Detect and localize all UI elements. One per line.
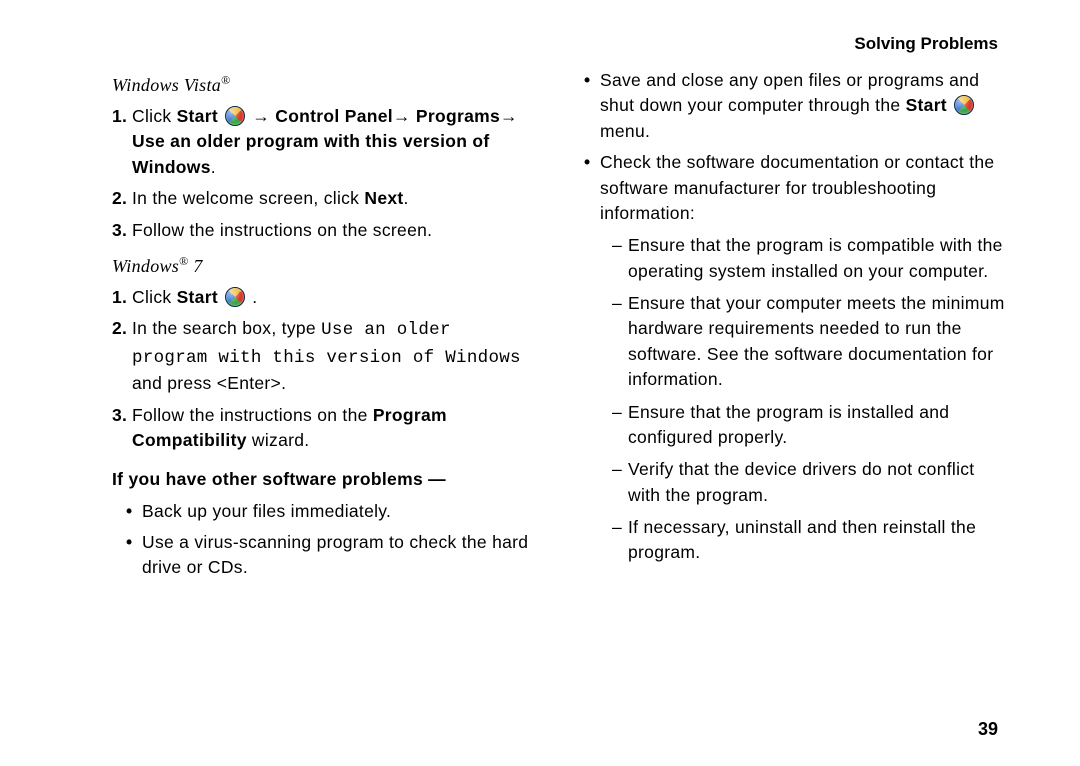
step-number: 2.: [112, 186, 132, 211]
list-item: Use a virus-scanning program to check th…: [126, 530, 536, 581]
text-bold: Next: [364, 188, 403, 208]
text: In the welcome screen, click: [132, 188, 364, 208]
heading-windows-7: Windows® 7: [112, 253, 536, 279]
list-item: Ensure that the program is compatible wi…: [612, 233, 1008, 284]
heading-windows-vista: Windows Vista®: [112, 72, 536, 98]
text: Check the software documentation or cont…: [600, 150, 1008, 226]
left-bullet-list: Back up your files immediately. Use a vi…: [112, 499, 536, 581]
page-number: 39: [978, 719, 998, 740]
page-header: Solving Problems: [112, 34, 1008, 54]
registered-mark: ®: [179, 254, 188, 268]
step-text: In the search box, type Use an older pro…: [132, 316, 536, 396]
vista-steps-list: 1. Click Start → Control Panel→ Programs…: [112, 104, 536, 243]
step-text: In the welcome screen, click Next.: [132, 186, 536, 211]
step-number: 3.: [112, 218, 132, 243]
list-item: 2. In the welcome screen, click Next.: [112, 186, 536, 211]
windows-start-icon: [225, 106, 245, 126]
text: Use a virus-scanning program to check th…: [142, 530, 536, 581]
text: Ensure that your computer meets the mini…: [628, 291, 1008, 393]
text: Ensure that the program is compatible wi…: [628, 233, 1008, 284]
text: .: [404, 188, 409, 208]
heading-vista-text: Windows Vista: [112, 75, 221, 95]
windows-start-icon: [225, 287, 245, 307]
text-bold: Start: [177, 287, 224, 307]
step-text: Click Start .: [132, 285, 536, 310]
list-item: Ensure that your computer meets the mini…: [612, 291, 1008, 393]
list-item: 3. Follow the instructions on the Progra…: [112, 403, 536, 454]
heading-win7-suffix: 7: [189, 256, 203, 276]
content-columns: Windows Vista® 1. Click Start → Control …: [112, 62, 1008, 587]
text: wizard.: [247, 430, 310, 450]
list-item: Ensure that the program is installed and…: [612, 400, 1008, 451]
step-number: 2.: [112, 316, 132, 396]
list-item: 3. Follow the instructions on the screen…: [112, 218, 536, 243]
registered-mark: ®: [221, 73, 230, 87]
step-number: 3.: [112, 403, 132, 454]
text: Click: [132, 106, 177, 126]
text: Verify that the device drivers do not co…: [628, 457, 1008, 508]
text: .: [247, 287, 257, 307]
subheading-other-problems: If you have other software problems —: [112, 467, 536, 492]
text: If necessary, uninstall and then reinsta…: [628, 515, 1008, 566]
text: →: [393, 106, 416, 126]
text: menu.: [600, 121, 650, 141]
text-bold: Start: [177, 106, 224, 126]
text: In the search box, type: [132, 318, 321, 338]
text: Follow the instructions on the: [132, 405, 373, 425]
right-column: Save and close any open files or program…: [584, 62, 1008, 587]
right-dash-list: Ensure that the program is compatible wi…: [584, 233, 1008, 566]
list-item: Check the software documentation or cont…: [584, 150, 1008, 226]
heading-win7-text: Windows: [112, 256, 179, 276]
text: and press <Enter>.: [132, 373, 286, 393]
text-bold: →: [247, 106, 275, 126]
text: Back up your files immediately.: [142, 499, 536, 524]
list-item: Save and close any open files or program…: [584, 68, 1008, 144]
step-number: 1.: [112, 285, 132, 310]
step-number: 1.: [112, 104, 132, 180]
list-item: Verify that the device drivers do not co…: [612, 457, 1008, 508]
right-bullet-list: Save and close any open files or program…: [584, 68, 1008, 226]
list-item: If necessary, uninstall and then reinsta…: [612, 515, 1008, 566]
win7-steps-list: 1. Click Start . 2. In the search box, t…: [112, 285, 536, 453]
list-item: 1. Click Start .: [112, 285, 536, 310]
text: →: [500, 106, 518, 126]
text: Ensure that the program is installed and…: [628, 400, 1008, 451]
step-text: Follow the instructions on the Program C…: [132, 403, 536, 454]
text-bold: Use an older program with this version o…: [132, 131, 490, 176]
text-bold: Start: [906, 95, 953, 115]
text: .: [211, 157, 216, 177]
text: Click: [132, 287, 177, 307]
left-column: Windows Vista® 1. Click Start → Control …: [112, 62, 536, 587]
text-bold: Control Panel: [275, 106, 393, 126]
text: Save and close any open files or program…: [600, 68, 1008, 144]
step-text: Follow the instructions on the screen.: [132, 218, 536, 243]
text-bold: Programs: [416, 106, 500, 126]
list-item: 2. In the search box, type Use an older …: [112, 316, 536, 396]
windows-start-icon: [954, 95, 974, 115]
step-text: Click Start → Control Panel→ Programs→ U…: [132, 104, 536, 180]
list-item: Back up your files immediately.: [126, 499, 536, 524]
list-item: 1. Click Start → Control Panel→ Programs…: [112, 104, 536, 180]
